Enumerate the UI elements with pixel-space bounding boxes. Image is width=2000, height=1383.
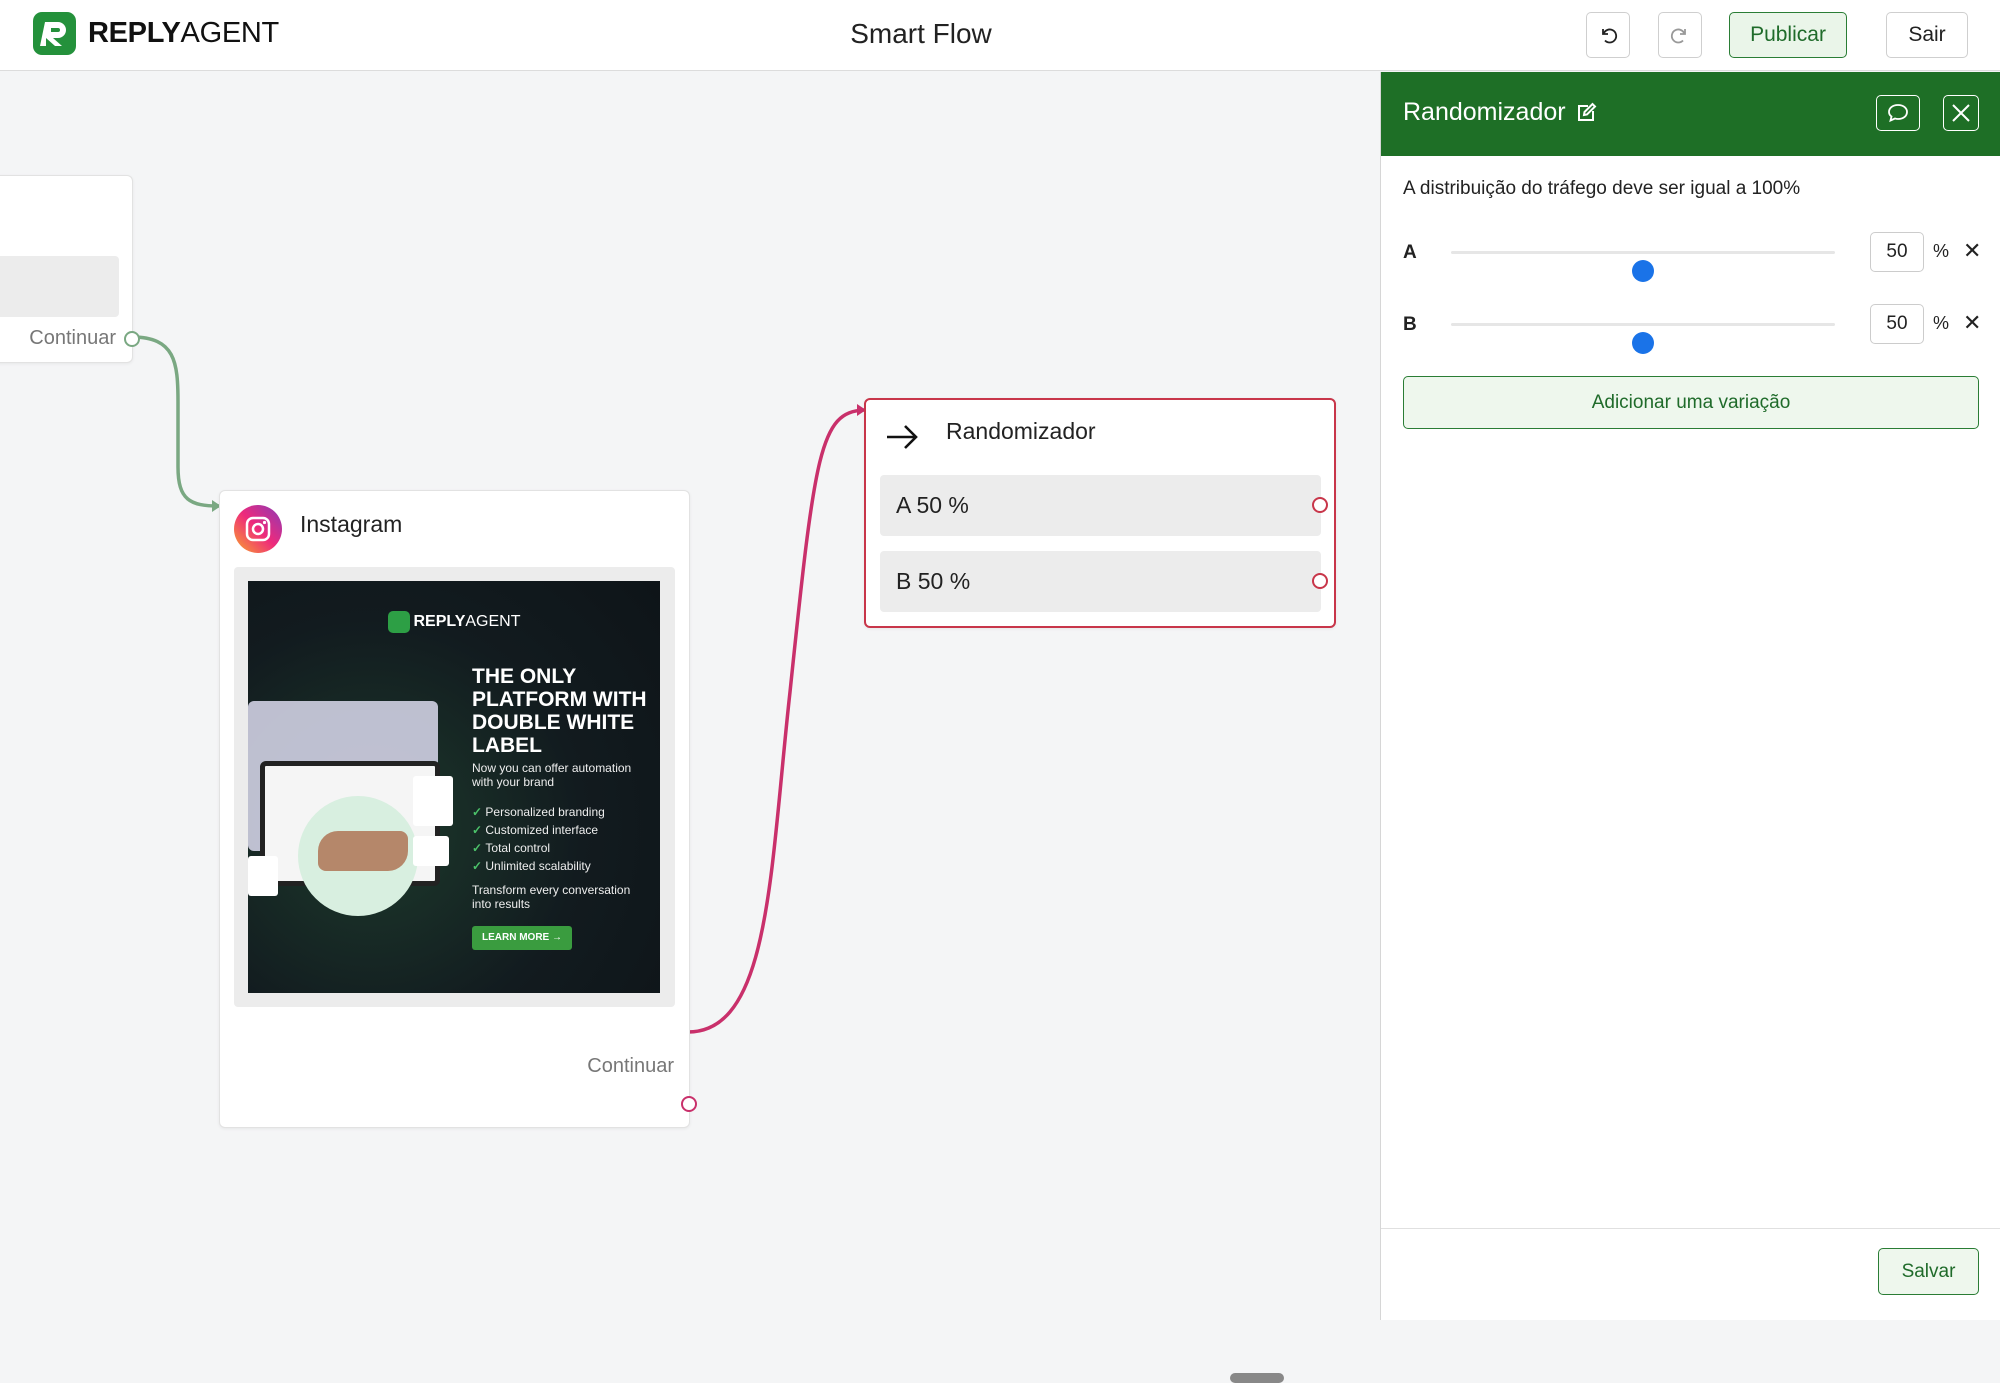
panel-header: Randomizador — [1381, 72, 2000, 156]
variation-a-slider-thumb[interactable] — [1632, 260, 1654, 282]
ad-card-graphic — [413, 776, 453, 826]
variation-a-label: A — [1403, 242, 1417, 263]
variation-b-slider-thumb[interactable] — [1632, 332, 1654, 354]
variation-a-slider-row: A 50 % ✕ — [1403, 232, 1983, 282]
ad-logo-icon — [387, 611, 410, 633]
variation-b-slider[interactable] — [1451, 323, 1835, 354]
variation-b-row: B 50 % — [880, 551, 1321, 612]
undo-icon — [1602, 28, 1618, 44]
variation-a-port[interactable] — [1312, 497, 1328, 513]
page-title: Smart Flow — [850, 18, 992, 49]
top-bar: REPLYAGENT Smart Flow Publicar Sair — [0, 0, 2000, 71]
undo-button[interactable] — [1586, 12, 1630, 58]
remove-variation-b-icon[interactable]: ✕ — [1963, 310, 1981, 336]
traffic-distribution-note: A distribuição do tráfego deve ser igual… — [1403, 178, 1801, 199]
percent-unit: % — [1933, 241, 1950, 261]
redo-icon — [1670, 28, 1686, 44]
publish-button[interactable]: Publicar — [1729, 12, 1847, 58]
randomizer-node[interactable]: Randomizador A 50 % B 50 % — [864, 398, 1336, 628]
ad-feature-list: Personalized branding Customized interfa… — [472, 805, 652, 877]
arrow-right-icon — [887, 425, 918, 449]
continue-label: Continuar — [29, 327, 116, 349]
instagram-node[interactable]: Instagram REPLYAGENT THE ONLY PLATFORM W… — [219, 490, 697, 1128]
edges-layer — [131, 335, 866, 1034]
panel-title: Randomizador — [1403, 98, 1566, 126]
exit-button[interactable]: Sair — [1886, 12, 1968, 58]
ad-feature: Total control — [472, 841, 652, 859]
ad-creative: REPLYAGENT THE ONLY PLATFORM WITH DOUBLE… — [248, 581, 660, 993]
continue-label: Continuar — [587, 1055, 674, 1077]
ad-footer-text: Transform every conversation into result… — [472, 883, 631, 911]
randomizer-panel: Randomizador A distribuição do tráfego d… — [1380, 72, 2000, 1320]
instagram-node-title: Instagram — [300, 511, 403, 537]
ad-feature: Personalized branding — [472, 805, 652, 823]
variation-a-row: A 50 % — [880, 475, 1321, 536]
previous-node-content — [0, 256, 119, 317]
ad-feature: Customized interface — [472, 823, 652, 841]
randomizer-node-title: Randomizador — [946, 418, 1096, 444]
instagram-icon — [234, 505, 282, 553]
comment-button[interactable] — [1876, 95, 1920, 131]
save-button[interactable]: Salvar — [1878, 1248, 1979, 1295]
variation-b-label: B — [1403, 314, 1417, 335]
close-panel-button[interactable] — [1943, 95, 1979, 131]
ad-card-graphic — [413, 836, 449, 866]
variation-a-percent-input[interactable]: 50 — [1870, 232, 1924, 272]
percent-unit: % — [1933, 313, 1950, 333]
variation-b-percent-input[interactable]: 50 — [1870, 304, 1924, 344]
remove-variation-a-icon[interactable]: ✕ — [1963, 238, 1981, 264]
redo-button[interactable] — [1658, 12, 1702, 58]
ad-brand: REPLYAGENT — [248, 611, 660, 633]
ad-feature: Unlimited scalability — [472, 859, 652, 877]
variation-a-slider[interactable] — [1451, 251, 1835, 282]
ad-card-graphic — [248, 856, 278, 896]
variation-b-port[interactable] — [1312, 573, 1328, 589]
canvas-scroll-handle[interactable] — [1230, 1373, 1284, 1383]
output-port[interactable] — [681, 1096, 697, 1112]
output-port[interactable] — [124, 331, 140, 347]
ad-cta: LEARN MORE → — [472, 926, 572, 950]
previous-node[interactable]: Continuar — [0, 175, 140, 363]
panel-footer-divider — [1381, 1228, 2000, 1229]
edge-instagram-to-randomizer — [687, 408, 865, 1034]
comment-icon — [1888, 104, 1908, 123]
edge-previous-to-instagram — [131, 335, 220, 508]
flow-canvas[interactable]: Continuar Instagram REPLYAGENT THE ONLY … — [0, 72, 1380, 1383]
handshake-graphic — [318, 831, 408, 871]
ad-subtitle: Now you can offer automation with your b… — [472, 761, 632, 789]
variation-b-slider-row: B 50 % ✕ — [1403, 304, 1983, 354]
edit-icon[interactable] — [1575, 102, 1597, 124]
ad-headline: THE ONLY PLATFORM WITH DOUBLE WHITE LABE… — [472, 665, 647, 757]
close-icon — [1952, 104, 1970, 122]
add-variation-button[interactable]: Adicionar uma variação — [1403, 376, 1979, 429]
instagram-post-image: REPLYAGENT THE ONLY PLATFORM WITH DOUBLE… — [234, 567, 675, 1007]
